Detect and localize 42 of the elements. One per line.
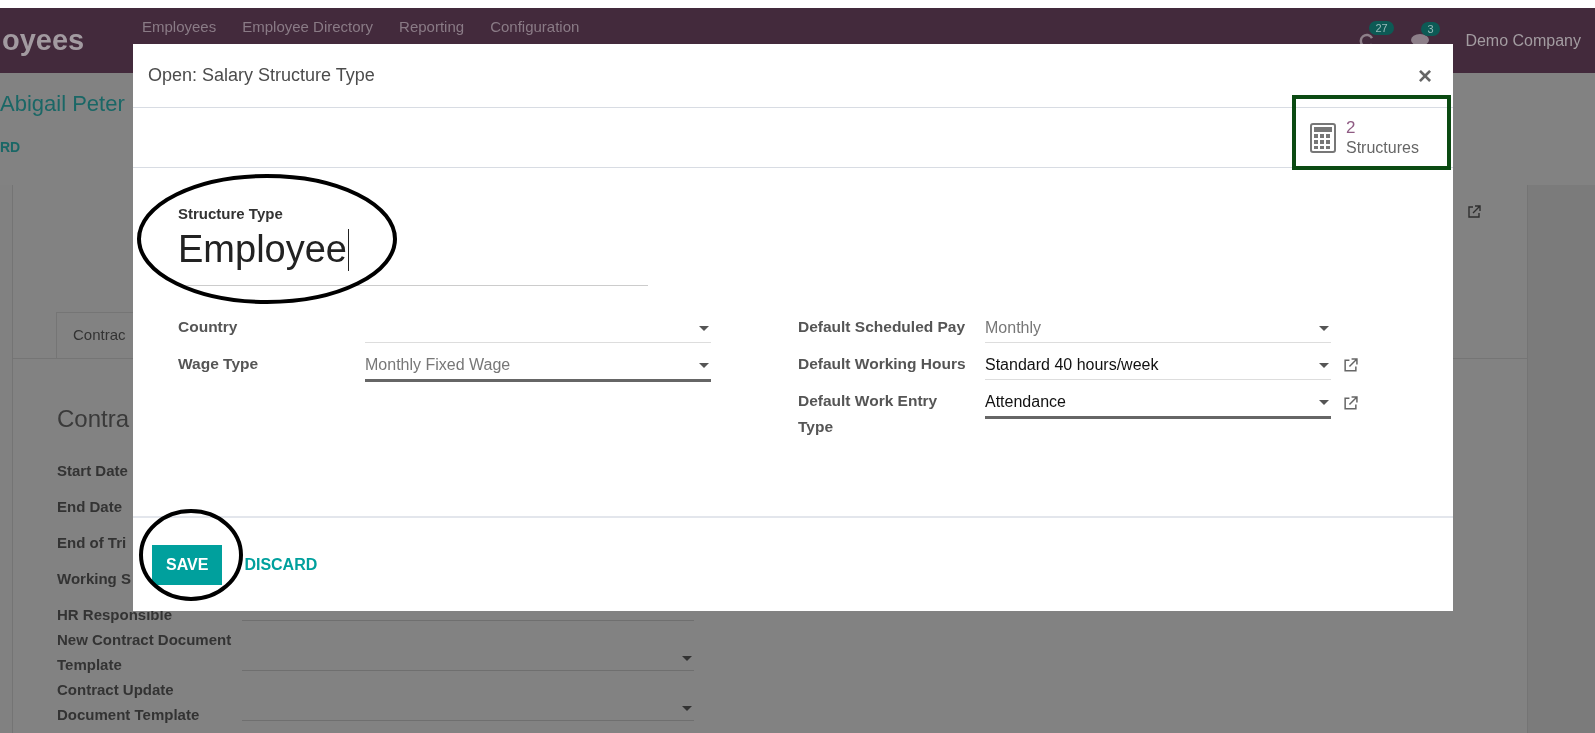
field-label: End Date: [57, 498, 122, 515]
caret-icon: [682, 706, 692, 711]
field-label: End of Tri: [57, 534, 127, 551]
discard-button[interactable]: DISCARD: [240, 544, 322, 585]
activity-count-badge: 27: [1369, 20, 1394, 35]
menu-item[interactable]: Employees: [142, 18, 217, 35]
dropdown-field[interactable]: Monthly: [985, 314, 1331, 343]
dropdown-field[interactable]: Attendance: [985, 388, 1331, 419]
field-label: Structure Type: [178, 205, 284, 222]
caret-icon: [1319, 326, 1329, 331]
field-label: Country: [178, 317, 239, 337]
external-link-icon[interactable]: [1343, 358, 1358, 373]
caret-icon: [1319, 363, 1329, 368]
section-title: Contra: [57, 405, 130, 433]
dialog-title: Open: Salary Structure Type: [148, 65, 375, 86]
field-label: Start Date: [57, 462, 128, 479]
message-count-badge: 3: [1421, 21, 1440, 36]
company-switcher[interactable]: Demo Company: [1465, 31, 1581, 50]
dropdown-field[interactable]: Monthly Fixed Wage: [365, 351, 711, 382]
field-label: Default Work Entry Type: [798, 391, 939, 437]
external-link-icon[interactable]: [1467, 205, 1481, 219]
field-label: New Contract Document Template: [57, 631, 232, 673]
close-button[interactable]: ×: [1412, 61, 1438, 90]
menu-item[interactable]: Configuration: [490, 18, 580, 35]
field-label: HR Responsible: [57, 606, 173, 623]
caret-icon: [699, 326, 709, 331]
caret-icon: [699, 363, 709, 368]
field-label: Working S: [57, 570, 131, 587]
save-button[interactable]: SAVE: [152, 544, 223, 585]
app-title: oyees: [2, 24, 86, 57]
menu-item[interactable]: Employee Directory: [242, 18, 374, 35]
caret-icon: [682, 656, 692, 661]
field-label: Default Working Hours: [798, 354, 967, 374]
field-label: Wage Type: [178, 354, 260, 374]
field-label: Default Scheduled Pay: [798, 317, 967, 337]
external-link-icon[interactable]: [1343, 396, 1358, 411]
calculator-icon: [1310, 122, 1336, 153]
dropdown-field[interactable]: Standard 40 hours/week: [985, 351, 1331, 380]
caret-icon: [1319, 400, 1329, 405]
name-input[interactable]: Employee: [178, 222, 648, 286]
field-label: Contract Update Document Template: [57, 681, 200, 723]
menu-item[interactable]: Reporting: [399, 18, 465, 35]
